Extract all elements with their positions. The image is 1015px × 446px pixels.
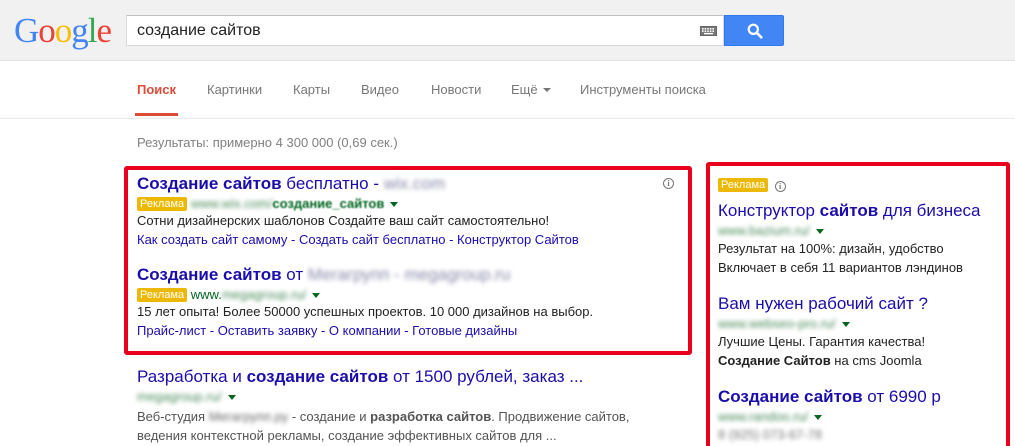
- tab-maps[interactable]: Карты: [293, 82, 330, 97]
- ad-url-blurred: megagroup.ru/: [221, 287, 307, 302]
- side-ads-header: Реклама i: [718, 176, 786, 194]
- side-ad-title-link[interactable]: Создание сайтов от 6990 р: [718, 387, 941, 407]
- ad-sitelinks[interactable]: Как создать сайт самому - Создать сайт б…: [137, 231, 579, 248]
- organic-result: Разработка и создание сайтов от 1500 руб…: [137, 367, 629, 444]
- ad-sitelinks[interactable]: Прайс-лист - Оставить заявку - О компани…: [137, 322, 593, 339]
- snippet-text: - создание и: [288, 409, 371, 424]
- search-button[interactable]: [724, 15, 784, 46]
- search-tabs: Поиск Картинки Карты Видео Новости Ещё И…: [0, 62, 1015, 119]
- result-title-text: Разработка и: [137, 367, 247, 386]
- result-snippet-line: ведения контекстной рекламы, создание эф…: [137, 428, 557, 443]
- header: Google: [0, 0, 1015, 61]
- logo-letter: l: [87, 11, 98, 50]
- ad-title-bold: Создание сайтов: [137, 265, 282, 284]
- ad-title-link[interactable]: Создание сайтов бесплатно - wix.com: [137, 174, 579, 194]
- side-ad-title-link[interactable]: Конструктор сайтов для бизнеса: [718, 201, 981, 221]
- ad-title-bold: Создание сайтов: [137, 174, 282, 193]
- ad-badge: Реклама: [137, 288, 188, 302]
- ad-title-domain-blurred: wix.com: [383, 174, 446, 193]
- tab-video[interactable]: Видео: [361, 82, 399, 97]
- result-url-blurred: megagroup.ru/: [137, 389, 222, 404]
- url-dropdown-icon[interactable]: [841, 322, 850, 328]
- result-title-link[interactable]: Разработка и создание сайтов от 1500 руб…: [137, 367, 629, 387]
- tab-more-label: Ещё: [511, 82, 538, 97]
- side-ad-phone-blurred: 8 (925) 073-67-78: [718, 427, 823, 442]
- snippet-bold: разработка сайтов: [370, 409, 492, 424]
- snippet-text: Веб-студия: [137, 409, 209, 424]
- side-ad-title-text: от 6990 р: [862, 387, 941, 406]
- side-ad-title-text: Конструктор: [718, 201, 820, 220]
- logo-letter: e: [96, 11, 113, 50]
- info-icon[interactable]: i: [774, 181, 786, 192]
- snippet-text: . Продвижение сайтов,: [491, 409, 630, 424]
- ad-url-blurred: www.wix.com/: [190, 196, 273, 211]
- url-dropdown-icon[interactable]: [390, 202, 399, 208]
- tab-search-tools[interactable]: Инструменты поиска: [580, 82, 706, 97]
- result-snippet-line: Веб-студия Мегагрупп.ру - создание и раз…: [137, 408, 629, 425]
- side-ad-description-text: на cms Joomla: [830, 353, 922, 368]
- search-input[interactable]: [137, 21, 687, 41]
- ad-description: 15 лет опыта! Более 50000 успешных проек…: [137, 304, 594, 319]
- chevron-down-icon: [542, 87, 551, 92]
- result-title-text: от 1500 рублей, заказ ...: [388, 367, 584, 386]
- ad-title-link[interactable]: Создание сайтов от Мегагрупп - megagroup…: [137, 265, 593, 285]
- info-icon[interactable]: i: [663, 178, 674, 189]
- active-tab-indicator: [135, 113, 178, 116]
- ad-title-text: бесплатно -: [281, 174, 384, 193]
- result-title-bold: создание сайтов: [246, 367, 389, 386]
- side-ad-url-blurred: www.randoo.ru/: [718, 409, 809, 424]
- side-ad-description: Создание Сайтов на cms Joomla: [718, 352, 928, 369]
- url-dropdown-icon[interactable]: [815, 229, 824, 235]
- ad-url-prefix: www.: [190, 287, 222, 302]
- side-ad-description: Включает в себя 11 вариантов лэндинов: [718, 260, 963, 275]
- logo-letter: G: [14, 11, 39, 50]
- url-dropdown-icon[interactable]: [227, 395, 236, 401]
- side-ad-title-text: для бизнеса: [878, 201, 981, 220]
- side-ad-url-blurred: www.bazium.ru/: [718, 223, 810, 238]
- side-ad-title-link[interactable]: Вам нужен рабочий сайт ?: [718, 294, 928, 314]
- tab-more[interactable]: Ещё: [511, 82, 551, 97]
- search-box: [126, 15, 724, 46]
- side-ad-title-bold: Создание сайтов: [718, 387, 863, 406]
- side-ad-2: Вам нужен рабочий сайт ? www.webseo-pro.…: [718, 294, 928, 369]
- side-ad-description: Лучшие Цены. Гарантия качества!: [718, 334, 926, 349]
- result-stats: Результаты: примерно 4 300 000 (0,69 сек…: [137, 135, 398, 150]
- side-ad-url-blurred: www.webseo-pro.ru/: [718, 316, 836, 331]
- ad-badge: Реклама: [718, 178, 769, 192]
- side-ad-description-bold: Создание Сайтов: [718, 353, 831, 368]
- ad-description: Сотни дизайнерских шаблонов Создайте ваш…: [137, 213, 550, 228]
- tab-images[interactable]: Картинки: [207, 82, 262, 97]
- tab-search[interactable]: Поиск: [137, 82, 176, 97]
- logo-letter: o: [38, 11, 55, 50]
- keyboard-icon[interactable]: [700, 26, 717, 36]
- ad-title-domain-blurred: Мегагрупп - megagroup.ru: [307, 265, 511, 284]
- google-logo[interactable]: Google: [14, 11, 113, 51]
- logo-letter: g: [71, 11, 88, 50]
- ad-title-text: от: [281, 265, 308, 284]
- side-ad-3: Создание сайтов от 6990 р www.randoo.ru/…: [718, 387, 941, 443]
- snippet-blurred: Мегагрупп.ру: [208, 409, 289, 424]
- tab-news[interactable]: Новости: [431, 82, 481, 97]
- search-icon: [747, 23, 763, 39]
- side-ad-1: Конструктор сайтов для бизнеса www.baziu…: [718, 201, 981, 276]
- url-dropdown-icon[interactable]: [312, 293, 321, 299]
- side-ad-title-bold: сайтов: [819, 201, 879, 220]
- ad-badge: Реклама: [137, 197, 188, 211]
- ad-result-1: Создание сайтов бесплатно - wix.com Рекл…: [137, 174, 579, 248]
- ad-result-2: Создание сайтов от Мегагрупп - megagroup…: [137, 265, 593, 339]
- url-dropdown-icon[interactable]: [814, 415, 823, 421]
- side-ad-description: Результат на 100%: дизайн, удобство: [718, 241, 944, 256]
- ad-url-bold: создание_сайтов: [272, 196, 385, 211]
- logo-letter: o: [54, 11, 72, 50]
